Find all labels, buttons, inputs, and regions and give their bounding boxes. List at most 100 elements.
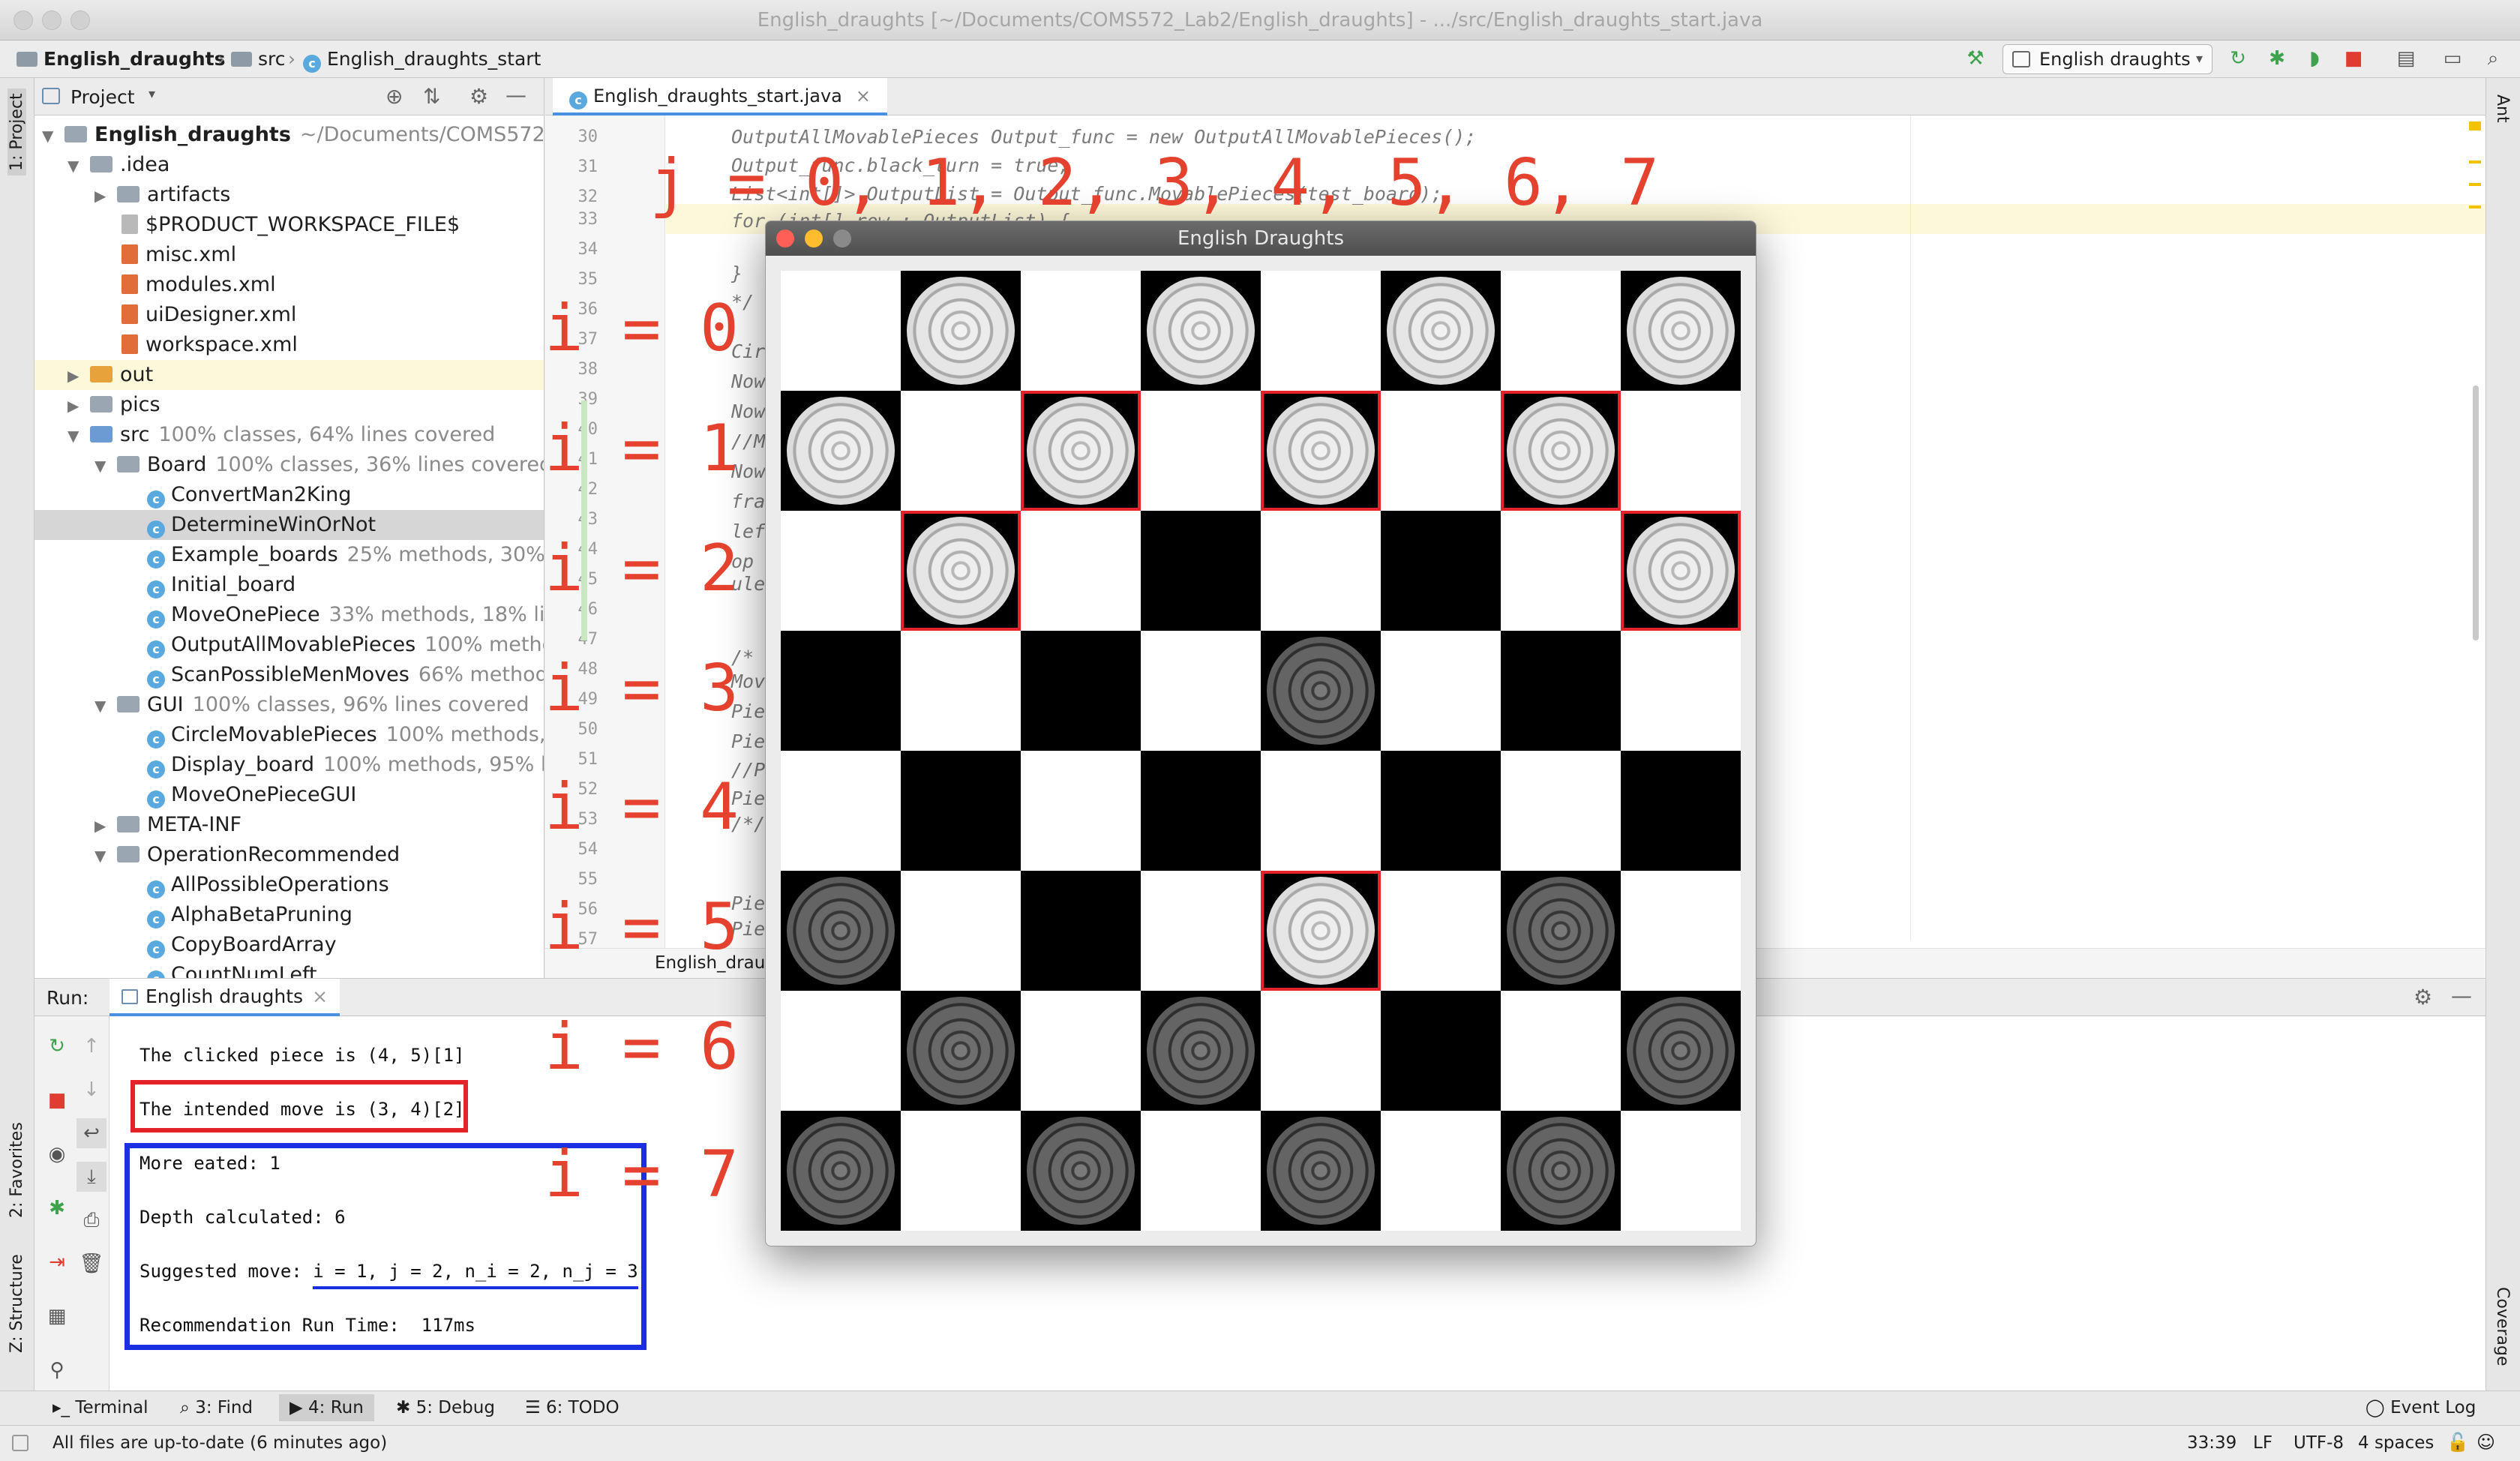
board-square[interactable] xyxy=(1141,391,1261,511)
board-square[interactable] xyxy=(1381,991,1501,1111)
favorites-tool-tab[interactable]: 2: Favorites xyxy=(8,1122,26,1218)
board-square[interactable] xyxy=(1261,871,1381,991)
board-square[interactable] xyxy=(1501,1111,1621,1231)
tree-item[interactable]: ▶ out xyxy=(34,360,544,390)
tree-item[interactable]: c CopyBoardArray xyxy=(147,930,337,960)
file-encoding[interactable]: UTF-8 xyxy=(2294,1433,2344,1453)
board-square[interactable] xyxy=(1501,871,1621,991)
collapse-all-icon[interactable]: ⇅ xyxy=(423,84,440,109)
tree-item[interactable]: c AllPossibleOperations xyxy=(147,870,389,900)
board-square[interactable] xyxy=(1021,1111,1141,1231)
black-piece[interactable] xyxy=(787,1117,895,1225)
line-separator[interactable]: LF xyxy=(2253,1433,2272,1453)
board-square[interactable] xyxy=(901,271,1021,391)
tree-item[interactable]: c Initial_board xyxy=(147,570,296,600)
board-square[interactable] xyxy=(901,631,1021,751)
board-square[interactable] xyxy=(1141,511,1261,631)
white-piece[interactable] xyxy=(1627,277,1735,385)
white-piece[interactable] xyxy=(1627,517,1735,625)
rerun-icon[interactable]: ↻ xyxy=(2224,45,2252,72)
board-square[interactable] xyxy=(1261,991,1381,1111)
stop-icon[interactable]: ■ xyxy=(42,1085,72,1115)
project-view-select[interactable]: Project xyxy=(70,86,135,108)
close-tab-icon[interactable]: × xyxy=(856,86,871,106)
tree-item-selected[interactable]: c DetermineWinOrNot xyxy=(34,510,544,540)
tree-item[interactable]: ▼ .idea xyxy=(68,150,170,180)
board-square[interactable] xyxy=(781,751,901,871)
board-square[interactable] xyxy=(1021,511,1141,631)
tree-item[interactable]: ▶ pics xyxy=(68,390,160,420)
chevron-down-icon[interactable]: ▾ xyxy=(148,86,155,102)
board-square[interactable] xyxy=(1261,391,1381,511)
board-square[interactable] xyxy=(1501,631,1621,751)
breadcrumb-src[interactable]: src xyxy=(231,48,286,70)
board-square[interactable] xyxy=(1381,1111,1501,1231)
board-square[interactable] xyxy=(1021,271,1141,391)
board-square[interactable] xyxy=(1261,1111,1381,1231)
board-square[interactable] xyxy=(901,391,1021,511)
board-square[interactable] xyxy=(1621,631,1741,751)
white-piece[interactable] xyxy=(1027,397,1135,505)
scroll-to-end-icon[interactable]: ⤓ xyxy=(76,1162,106,1192)
board-square[interactable] xyxy=(901,511,1021,631)
white-piece[interactable] xyxy=(1507,397,1615,505)
board-square[interactable] xyxy=(1261,751,1381,871)
tree-item[interactable]: c OutputAllMovablePieces 100% method xyxy=(147,630,544,660)
white-piece[interactable] xyxy=(907,277,1015,385)
board-square[interactable] xyxy=(1501,751,1621,871)
board-square[interactable] xyxy=(1381,871,1501,991)
tree-item[interactable]: $PRODUCT_WORKSPACE_FILE$ xyxy=(122,210,460,240)
event-log-button[interactable]: ◯ Event Log xyxy=(2366,1398,2476,1418)
tree-item[interactable]: ▼English_draughts~/Documents/COMS572_La xyxy=(42,120,544,150)
board-square[interactable] xyxy=(1141,271,1261,391)
white-piece[interactable] xyxy=(1267,397,1375,505)
board-square[interactable] xyxy=(1501,271,1621,391)
board-square[interactable] xyxy=(1621,751,1741,871)
board-square[interactable] xyxy=(1261,511,1381,631)
black-piece[interactable] xyxy=(907,997,1015,1105)
debug-bug-icon[interactable]: ✱ xyxy=(42,1193,72,1223)
hide-panel-icon[interactable]: — xyxy=(506,82,526,107)
board-square[interactable] xyxy=(1381,751,1501,871)
indent-setting[interactable]: 4 spaces xyxy=(2358,1433,2434,1453)
find-tool-button[interactable]: ⌕ 3: Find xyxy=(180,1398,253,1418)
board-square[interactable] xyxy=(1381,511,1501,631)
close-tab-icon[interactable]: × xyxy=(312,986,328,1007)
code-line[interactable]: Now xyxy=(731,370,765,392)
tree-item[interactable]: uiDesigner.xml xyxy=(122,300,296,330)
black-piece[interactable] xyxy=(1147,997,1255,1105)
tree-item[interactable]: misc.xml xyxy=(122,240,236,270)
tree-item[interactable]: modules.xml xyxy=(122,270,276,300)
gear-icon[interactable]: ⚙ xyxy=(470,84,488,109)
black-piece[interactable] xyxy=(1507,877,1615,985)
board-square[interactable] xyxy=(1621,511,1741,631)
warning-stripe[interactable] xyxy=(2469,206,2481,208)
white-piece[interactable] xyxy=(1387,277,1495,385)
hide-panel-icon[interactable]: — xyxy=(2451,983,2472,1008)
inspector-icon[interactable]: ☺ xyxy=(2476,1432,2495,1453)
board-square[interactable] xyxy=(1621,991,1741,1111)
tree-item[interactable]: ▶ META-INF xyxy=(94,810,242,840)
tree-item[interactable]: c Example_boards 25% methods, 30% lin xyxy=(147,540,544,570)
run-coverage-icon[interactable]: ◗ xyxy=(2301,45,2328,72)
white-piece[interactable] xyxy=(1147,277,1255,385)
stop-icon[interactable]: ■ xyxy=(2340,45,2367,72)
run-configuration-select[interactable]: English draughts ▾ xyxy=(2002,44,2212,74)
board-square[interactable] xyxy=(781,391,901,511)
black-piece[interactable] xyxy=(1627,997,1735,1105)
board-square[interactable] xyxy=(1621,391,1741,511)
scroll-down-icon[interactable]: ↓ xyxy=(76,1075,106,1105)
tree-item[interactable]: ▼ OperationRecommended xyxy=(94,840,400,870)
board-square[interactable] xyxy=(1621,1111,1741,1231)
white-piece[interactable] xyxy=(1267,877,1375,985)
print-icon[interactable]: ⎙ xyxy=(76,1205,106,1235)
tree-item[interactable]: ▶ artifacts xyxy=(94,180,230,210)
board-square[interactable] xyxy=(901,751,1021,871)
project-tool-tab[interactable]: 1: Project xyxy=(8,88,26,176)
board-square[interactable] xyxy=(1381,271,1501,391)
tree-item[interactable]: c ConvertMan2King xyxy=(147,480,351,510)
todo-tool-button[interactable]: ☰ 6: TODO xyxy=(525,1398,620,1418)
board-square[interactable] xyxy=(1261,631,1381,751)
tree-item[interactable]: ▼ GUI 100% classes, 96% lines covered xyxy=(94,690,529,720)
toggle-tool-windows-icon[interactable] xyxy=(12,1435,28,1451)
